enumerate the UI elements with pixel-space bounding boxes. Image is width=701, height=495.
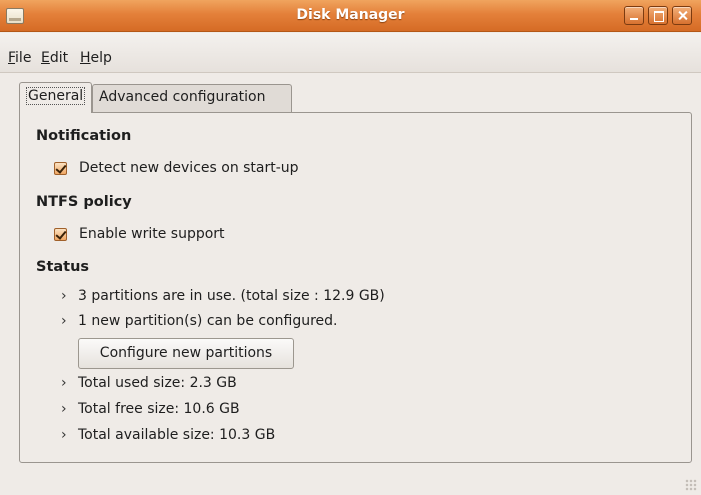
detect-devices-label[interactable]: Detect new devices on start-up — [79, 160, 299, 176]
general-content: Notification Detect new devices on start… — [0, 0, 701, 495]
ntfs-policy-heading: NTFS policy — [36, 194, 132, 210]
notification-heading: Notification — [36, 128, 132, 144]
free-size-text: Total free size: 10.6 GB — [78, 401, 240, 417]
arrow-icon: › — [61, 401, 67, 417]
arrow-icon: › — [61, 375, 67, 391]
arrow-icon: › — [61, 313, 67, 329]
new-partitions-text: 1 new partition(s) can be configured. — [78, 313, 338, 329]
available-size-text: Total available size: 10.3 GB — [78, 427, 276, 443]
status-heading: Status — [36, 259, 90, 275]
partitions-in-use-text: 3 partitions are in use. (total size : 1… — [78, 288, 385, 304]
used-size-text: Total used size: 2.3 GB — [78, 375, 237, 391]
disk-manager-window: Disk Manager File Edit Help General Adva… — [0, 0, 701, 495]
arrow-icon: › — [61, 427, 67, 443]
arrow-icon: › — [61, 288, 67, 304]
write-support-label[interactable]: Enable write support — [79, 226, 225, 242]
configure-new-partitions-button[interactable]: Configure new partitions — [78, 338, 294, 369]
write-support-checkbox[interactable] — [54, 228, 67, 241]
detect-devices-checkbox[interactable] — [54, 162, 67, 175]
